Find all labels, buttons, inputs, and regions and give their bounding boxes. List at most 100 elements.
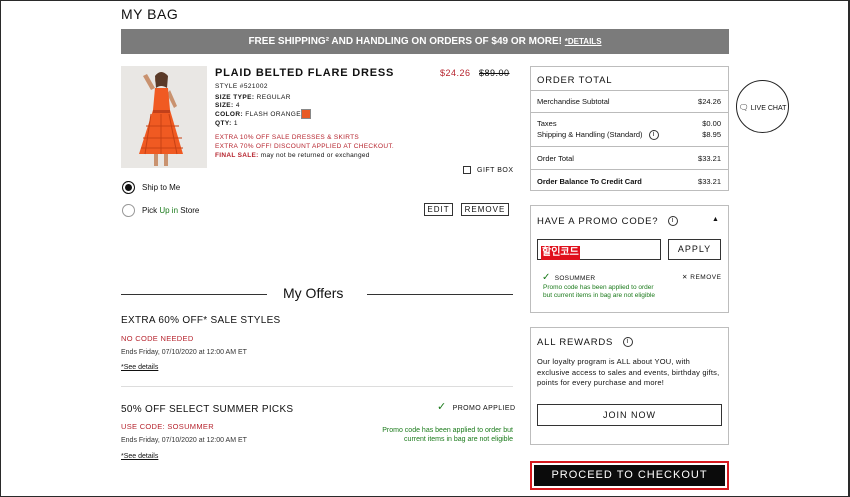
shipping-label-wrap: Shipping & Handling (Standard) i xyxy=(537,130,659,141)
product-promo-line-2: EXTRA 70% OFF! DISCOUNT APPLIED AT CHECK… xyxy=(215,143,394,150)
product-color: COLOR: FLASH ORANGE xyxy=(215,111,301,118)
order-total-label: Order Total xyxy=(537,154,574,163)
final-sale-text: may not be returned or exchanged xyxy=(258,152,370,159)
offers-divider-right xyxy=(367,294,513,295)
shipping-info-icon[interactable]: i xyxy=(648,130,659,141)
offer-2-note-line-1: Promo code has been applied to order but xyxy=(382,427,513,434)
pick-up-suffix: Store xyxy=(178,206,200,215)
offers-heading: My Offers xyxy=(283,285,344,301)
pick-up-prefix: Pick xyxy=(142,206,160,215)
promo-note-line-2: but current items in bag are not eligibl… xyxy=(543,292,656,299)
shipping-banner: FREE SHIPPING² AND HANDLING ON ORDERS OF… xyxy=(121,29,729,54)
rewards-description: Our loyalty program is ALL about YOU, wi… xyxy=(537,357,720,387)
product-size: SIZE: 4 xyxy=(215,102,240,109)
shipping-label: Shipping & Handling (Standard) xyxy=(537,130,643,139)
balance-label: Order Balance To Credit Card xyxy=(537,177,642,186)
product-original-price: $89.00 xyxy=(479,68,510,78)
ship-to-me-radio[interactable] xyxy=(122,181,135,194)
collapse-caret-icon[interactable]: ▲ xyxy=(712,216,719,223)
product-image[interactable] xyxy=(121,66,207,168)
shipping-value: $8.95 xyxy=(702,130,721,139)
remove-button[interactable]: REMOVE xyxy=(461,203,509,216)
banner-text: FREE SHIPPING² AND HANDLING ON ORDERS OF… xyxy=(248,36,565,47)
color-label: COLOR: xyxy=(215,111,244,118)
proceed-to-checkout-button[interactable]: PROCEED TO CHECKOUT xyxy=(534,465,725,486)
product-size-type: SIZE TYPE: REGULAR xyxy=(215,94,291,101)
offer-1-code: NO CODE NEEDED xyxy=(121,334,194,343)
applied-code-text: SOSUMMER xyxy=(554,275,596,282)
remove-promo-button[interactable]: ✕ REMOVE xyxy=(682,273,721,281)
product-style: STYLE #521002 xyxy=(215,83,268,90)
chat-bubble-icon: 🗨 xyxy=(738,103,749,112)
rewards-title-text: ALL REWARDS xyxy=(537,337,614,348)
gift-box-checkbox[interactable] xyxy=(463,166,471,174)
ship-to-me-label[interactable]: Ship to Me xyxy=(142,183,180,192)
live-chat-button[interactable]: 🗨 LIVE CHAT xyxy=(736,80,789,133)
offer-1-details-link[interactable]: *See details xyxy=(121,364,158,371)
pick-up-in-store-label[interactable]: Pick Up in Store xyxy=(142,206,199,215)
color-value: FLASH ORANGE xyxy=(245,111,301,118)
applied-code: ✓ SOSUMMER xyxy=(542,272,595,283)
taxes-label: Taxes xyxy=(537,119,557,128)
close-icon: ✕ xyxy=(682,274,688,281)
apply-button[interactable]: APPLY xyxy=(668,239,721,260)
join-now-button[interactable]: JOIN NOW xyxy=(537,404,722,426)
offer-1-title: EXTRA 60% OFF* SALE STYLES xyxy=(121,315,281,326)
order-total-sep-1 xyxy=(531,90,728,91)
order-total-title: ORDER TOTAL xyxy=(537,75,613,86)
offer-2-status: ✓ PROMO APPLIED xyxy=(437,400,515,413)
shipping-row: Shipping & Handling (Standard) i $8.95 xyxy=(537,130,721,141)
subtotal-label: Merchandise Subtotal xyxy=(537,97,610,106)
taxes-value: $0.00 xyxy=(702,119,721,128)
size-label: SIZE: xyxy=(215,102,234,109)
subtotal-row: Merchandise Subtotal $24.26 xyxy=(537,97,721,106)
taxes-row: Taxes $0.00 xyxy=(537,119,721,128)
page-title: MY BAG xyxy=(121,6,179,22)
promo-code-value: 할인코드 xyxy=(541,246,580,260)
color-swatch xyxy=(301,109,311,119)
promo-code-title: HAVE A PROMO CODE? i xyxy=(537,216,678,227)
dress-model-illustration xyxy=(121,66,207,168)
product-qty: QTY: 1 xyxy=(215,120,238,127)
offer-2-note-line-2: current items in bag are not eligible xyxy=(404,436,513,443)
rewards-title: ALL REWARDS i xyxy=(537,337,633,348)
pick-up-in-store-radio[interactable] xyxy=(122,204,135,217)
balance-value: $33.21 xyxy=(698,177,721,186)
promo-note-line-1: Promo code has been applied to order xyxy=(543,284,654,291)
final-sale-label: FINAL SALE: xyxy=(215,152,259,159)
size-type-value: REGULAR xyxy=(256,94,291,101)
order-total-sep-3 xyxy=(531,146,728,147)
balance-row: Order Balance To Credit Card $33.21 xyxy=(537,177,721,186)
subtotal-value: $24.26 xyxy=(698,97,721,106)
remove-promo-label: REMOVE xyxy=(690,274,722,281)
edit-button[interactable]: EDIT xyxy=(424,203,453,216)
size-value: 4 xyxy=(235,102,240,109)
final-sale-note: FINAL SALE: may not be returned or excha… xyxy=(215,152,370,159)
product-sale-price: $24.26 xyxy=(440,68,471,78)
promo-info-icon[interactable]: i xyxy=(667,216,678,227)
gift-box-option[interactable]: GIFT BOX xyxy=(463,166,514,174)
check-icon: ✓ xyxy=(437,401,447,413)
check-icon: ✓ xyxy=(542,272,551,283)
promo-code-input[interactable]: 할인코드 xyxy=(537,239,661,260)
order-total-row: Order Total $33.21 xyxy=(537,154,721,163)
pick-up-green: Up in xyxy=(159,206,179,215)
offers-divider-left xyxy=(121,294,267,295)
offer-2-details-link[interactable]: *See details xyxy=(121,453,158,460)
product-promo-line-1: EXTRA 10% OFF SALE DRESSES & SKIRTS xyxy=(215,134,360,141)
gift-box-label: GIFT BOX xyxy=(477,166,514,174)
qty-value: 1 xyxy=(233,120,238,127)
offer-1-date: Ends Friday, 07/10/2020 at 12:00 AM ET xyxy=(121,349,247,356)
order-total-value: $33.21 xyxy=(698,154,721,163)
offer-2-status-text: PROMO APPLIED xyxy=(452,405,516,412)
qty-label: QTY: xyxy=(215,120,232,127)
banner-details-link[interactable]: *DETAILS xyxy=(565,37,602,46)
size-type-label: SIZE TYPE: xyxy=(215,94,255,101)
rewards-info-icon[interactable]: i xyxy=(622,337,633,348)
offer-2-code: USE CODE: SOSUMMER xyxy=(121,422,214,431)
product-name[interactable]: PLAID BELTED FLARE DRESS xyxy=(215,67,394,79)
live-chat-label: LIVE CHAT xyxy=(750,105,787,112)
order-total-sep-2 xyxy=(531,112,728,113)
offers-separator xyxy=(121,386,513,387)
offer-2-date: Ends Friday, 07/10/2020 at 12:00 AM ET xyxy=(121,437,247,444)
